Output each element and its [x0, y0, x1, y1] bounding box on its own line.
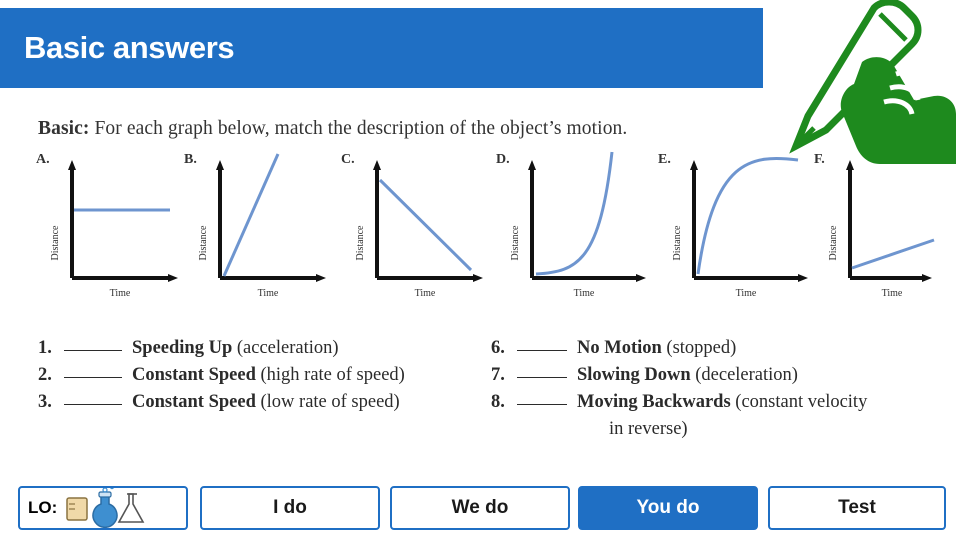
answer-label-note: (deceleration) [690, 365, 798, 385]
prompt-bold: Basic: [38, 118, 90, 139]
svg-text:Time: Time [258, 288, 279, 299]
answer-blank[interactable] [517, 350, 567, 351]
answer-item: 3. Constant Speed (low rate of speed) [38, 392, 478, 419]
slide: Basic answers Basic: For each graph belo… [0, 0, 960, 540]
lo-button[interactable]: LO: [18, 484, 188, 530]
svg-text:Time: Time [574, 288, 595, 299]
svg-text:Distance: Distance [828, 225, 839, 261]
answer-blank[interactable] [517, 404, 567, 405]
answer-label: Constant Speed [132, 365, 256, 385]
graph-cell-b: B. Distance Time [184, 148, 334, 318]
nav-button-you-do[interactable]: You do [578, 486, 758, 530]
bottom-nav-bar: LO: I do We do You do Test [0, 478, 960, 540]
graph-cell-c: C. Distance Time [341, 148, 491, 318]
graph-b-plot: Distance Time [198, 153, 326, 299]
answers-block: 1. Speeding Up (acceleration) 2. Constant … [36, 338, 926, 448]
svg-text:Distance: Distance [510, 225, 521, 261]
svg-text:Distance: Distance [50, 225, 61, 261]
graph-cell-e: E. Distance Time [658, 148, 808, 318]
graph-cell-a: A. Distance Time [36, 148, 186, 318]
graph-f-plot: Distance Time [828, 160, 935, 299]
svg-text:Time: Time [882, 288, 903, 299]
nav-button-we-do[interactable]: We do [390, 486, 570, 530]
answer-number: 6. [491, 338, 505, 358]
answer-blank[interactable] [517, 377, 567, 378]
nav-button-test[interactable]: Test [768, 486, 946, 530]
answer-label: Moving Backwards [577, 392, 731, 412]
answer-continuation: in reverse) [609, 419, 688, 439]
lo-label: LO: [28, 498, 58, 517]
answer-label-note: (constant velocity [730, 392, 868, 412]
answer-item: 8. Moving Backwards (constant velocity [491, 392, 926, 419]
graph-a-plot: Distance Time [50, 160, 178, 299]
answer-label-note: (stopped) [661, 338, 737, 358]
worksheet-prompt: Basic: For each graph below, match the d… [38, 118, 627, 140]
answer-item: 1. Speeding Up (acceleration) [38, 338, 478, 365]
svg-text:Distance: Distance [355, 225, 366, 261]
answer-number: 1. [38, 338, 52, 358]
answers-column-right: 6. No Motion (stopped) 7. Slowing Down (de… [491, 338, 926, 446]
lab-equipment-icon [63, 484, 155, 529]
title-bar: Basic answers [0, 8, 763, 88]
answer-item: 6. No Motion (stopped) [491, 338, 926, 365]
answer-number: 3. [38, 392, 52, 412]
graph-cell-d: D. Distance Time [496, 148, 646, 318]
worksheet: Basic: For each graph below, match the d… [36, 110, 935, 460]
answer-label-note: (high rate of speed) [255, 365, 405, 385]
nav-button-i-do[interactable]: I do [200, 486, 380, 530]
graph-c-plot: Distance Time [355, 160, 483, 299]
answer-label: No Motion [577, 338, 662, 358]
nav-button-label: I do [273, 497, 307, 518]
svg-text:Time: Time [736, 288, 757, 299]
answer-label: Constant Speed [132, 392, 256, 412]
answer-blank[interactable] [64, 350, 122, 351]
answer-blank[interactable] [64, 404, 122, 405]
answer-blank[interactable] [64, 377, 122, 378]
graph-row: A. Distance Time B. Distance Time C. Dis… [36, 148, 935, 318]
svg-text:Time: Time [415, 288, 436, 299]
answer-label: Speeding Up [132, 338, 233, 358]
prompt-rest: For each graph below, match the descript… [89, 118, 628, 139]
answer-label-note: (acceleration) [232, 338, 339, 358]
answer-number: 7. [491, 365, 505, 385]
svg-text:Distance: Distance [672, 225, 683, 261]
nav-button-label: We do [451, 497, 509, 518]
answer-number: 2. [38, 365, 52, 385]
answer-label: Slowing Down [577, 365, 691, 385]
answer-item: 2. Constant Speed (high rate of speed) [38, 365, 478, 392]
page-title: Basic answers [24, 30, 235, 65]
graph-cell-f: F. Distance Time [814, 148, 935, 318]
nav-button-label: Test [838, 497, 876, 518]
svg-text:Time: Time [110, 288, 131, 299]
nav-button-label: You do [636, 497, 700, 518]
answer-item: 7. Slowing Down (deceleration) [491, 365, 926, 392]
graph-e-plot: Distance Time [672, 156, 808, 299]
answer-number: 8. [491, 392, 505, 412]
svg-text:Distance: Distance [198, 225, 209, 261]
graph-d-plot: Distance Time [510, 151, 646, 299]
answer-label-note: (low rate of speed) [255, 392, 400, 412]
answers-column-left: 1. Speeding Up (acceleration) 2. Constant … [38, 338, 478, 419]
